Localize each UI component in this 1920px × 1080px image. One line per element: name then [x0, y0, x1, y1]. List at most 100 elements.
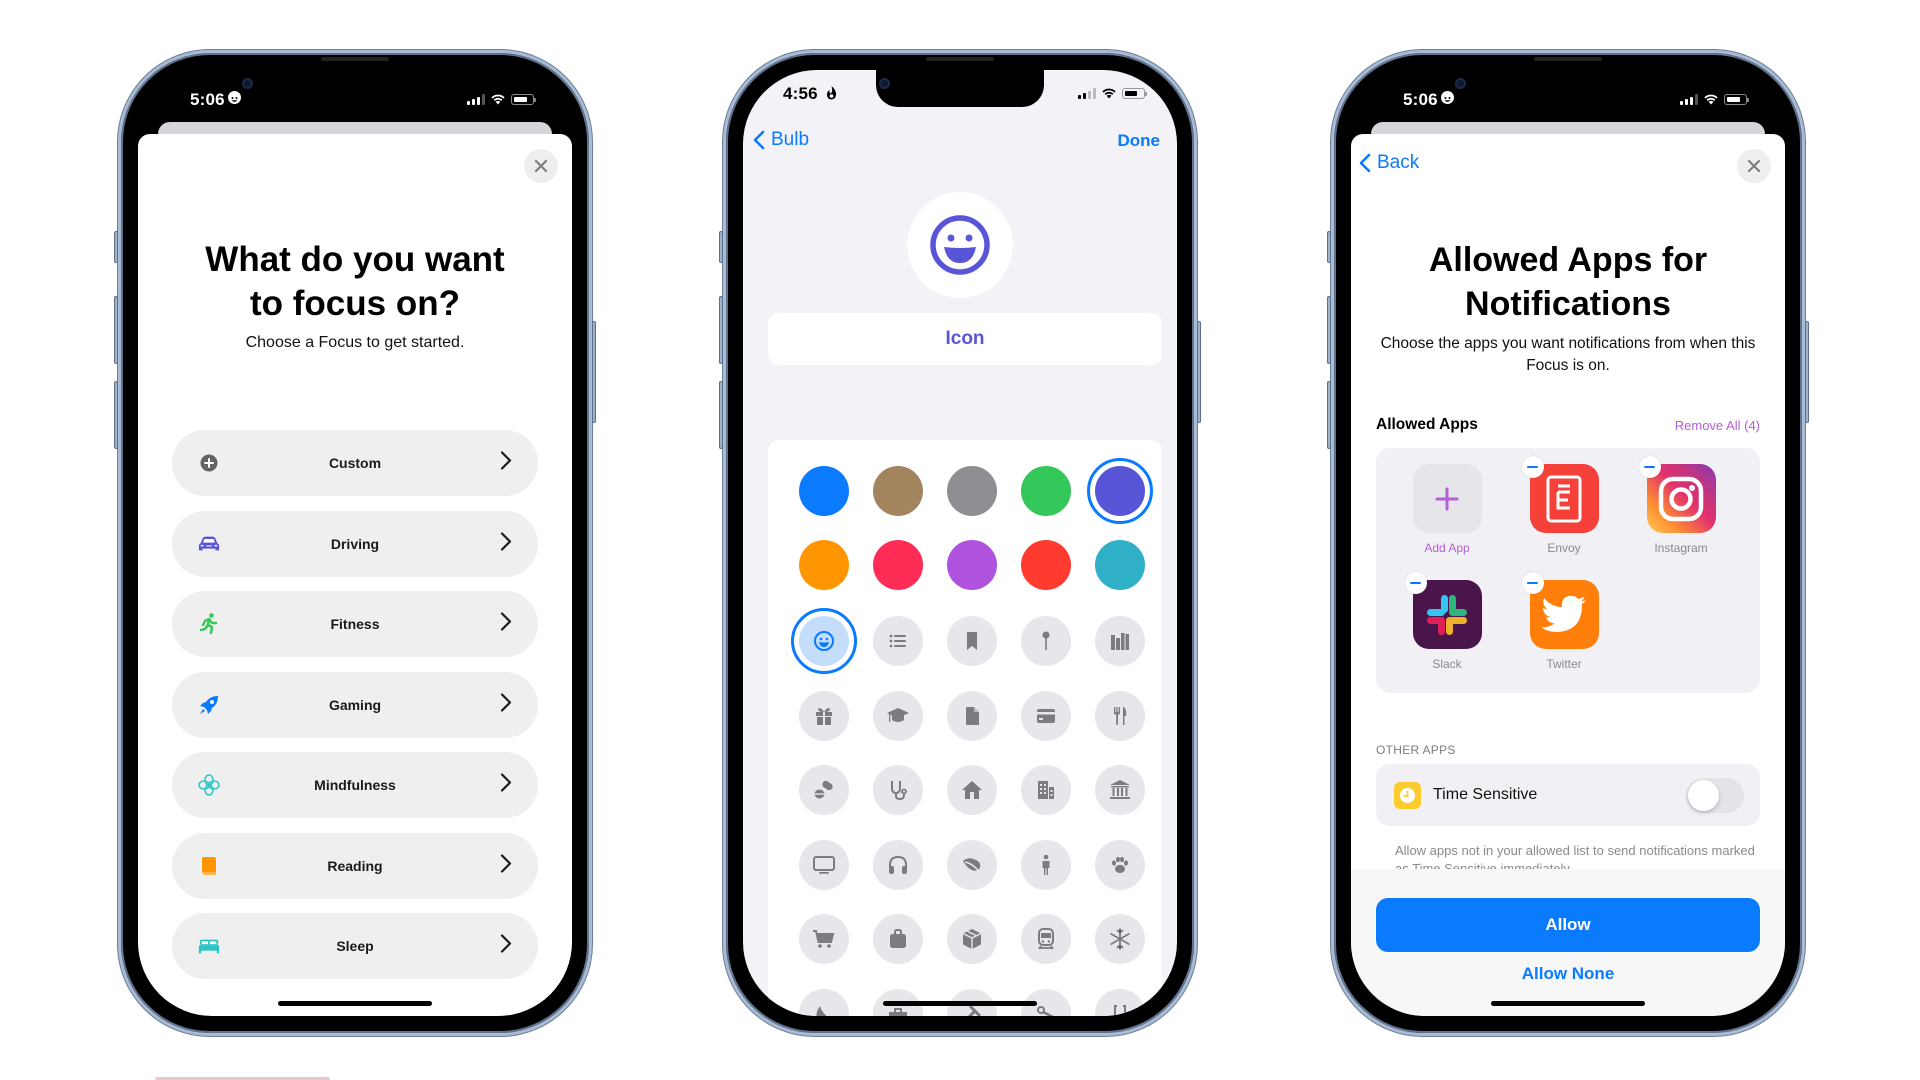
remove-twitter-button[interactable]: [1521, 572, 1544, 594]
bookmark-icon: [967, 632, 977, 650]
volume-up-button: [1327, 296, 1331, 364]
back-button[interactable]: Bulb: [753, 129, 809, 151]
front-camera: [1455, 78, 1466, 89]
symbol-option-gift[interactable]: [799, 690, 849, 741]
remove-slack-button[interactable]: [1404, 572, 1427, 594]
symbol-option-train[interactable]: [1021, 914, 1071, 964]
house-icon: [962, 781, 982, 799]
symbol-option-tv[interactable]: [799, 839, 849, 890]
remove-instagram-button[interactable]: [1638, 456, 1661, 478]
symbol-option-smiley[interactable]: [791, 608, 857, 674]
symbol-option-list[interactable]: [873, 616, 923, 666]
symbol-option-brackets[interactable]: [1095, 988, 1145, 1016]
color-swatch-green[interactable]: [1021, 466, 1071, 516]
add-app-tile[interactable]: Add App: [1402, 464, 1492, 555]
home-indicator[interactable]: [883, 1001, 1037, 1006]
car-icon: [198, 533, 220, 555]
color-swatch-red[interactable]: [1021, 540, 1071, 590]
symbol-option-stethoscope[interactable]: [873, 765, 923, 815]
focus-item-custom[interactable]: Custom: [172, 430, 538, 496]
home-indicator[interactable]: [278, 1001, 432, 1006]
symbol-option-leaf[interactable]: [947, 839, 997, 890]
symbol-option-building[interactable]: [1021, 765, 1071, 815]
headphones-icon: [889, 855, 907, 874]
focus-item-sleep[interactable]: Sleep: [172, 913, 538, 979]
app-tile-slack[interactable]: Slack: [1402, 572, 1492, 671]
color-swatch-teal[interactable]: [1095, 540, 1145, 590]
icon-name-field[interactable]: Icon: [768, 313, 1162, 365]
smiley-icon: [814, 631, 834, 651]
symbol-option-house[interactable]: [947, 765, 997, 815]
done-button[interactable]: Done: [1118, 131, 1161, 151]
back-button[interactable]: Back: [1359, 152, 1419, 174]
focus-item-fitness[interactable]: Fitness: [172, 591, 538, 657]
close-button[interactable]: [1737, 149, 1771, 183]
color-swatch-orange[interactable]: [799, 540, 849, 590]
phone-focus-chooser: 5:06 What do you want to focus on? Choos…: [114, 50, 596, 1036]
symbol-option-graduation-cap[interactable]: [873, 690, 923, 741]
color-swatch-purple[interactable]: [947, 540, 997, 590]
battery-icon: [1724, 93, 1749, 105]
signal-icon: [467, 93, 485, 105]
symbol-option-snowflake[interactable]: [1095, 914, 1145, 964]
symbol-option-cart[interactable]: [799, 914, 849, 964]
book-icon: [198, 855, 220, 877]
screen: 4:56 Bulb Done Icon: [743, 70, 1177, 1016]
symbol-option-fork-knife[interactable]: [1095, 690, 1145, 741]
bag-icon: [890, 929, 906, 948]
slack-app-icon: [1404, 572, 1482, 649]
focus-item-gaming[interactable]: Gaming: [172, 671, 538, 738]
wifi-icon: [1102, 88, 1116, 99]
page-title: Allowed Apps for Notifications: [1428, 241, 1708, 323]
color-swatch-gray[interactable]: [947, 466, 997, 516]
person-icon: [1042, 854, 1050, 875]
time-sensitive-label: Time Sensitive: [1433, 786, 1538, 803]
home-indicator[interactable]: [1491, 1001, 1645, 1006]
color-swatch-brown[interactable]: [873, 466, 923, 516]
add-app-button[interactable]: [1412, 464, 1482, 533]
running-figure-icon: [198, 613, 220, 635]
instagram-app-icon: [1638, 456, 1716, 533]
symbol-option-credit-card[interactable]: [1021, 690, 1071, 741]
signal-icon: [1680, 93, 1698, 105]
silent-switch: [719, 231, 723, 263]
close-button[interactable]: [524, 149, 558, 183]
plus-circle-icon: [198, 452, 220, 474]
status-time: 4:56: [783, 84, 837, 104]
pin-icon: [1042, 631, 1050, 650]
app-tile-instagram[interactable]: Instagram: [1636, 456, 1726, 555]
symbol-option-moon[interactable]: [799, 988, 849, 1016]
page-subtitle: Choose a Focus to get started.: [245, 334, 465, 351]
front-camera: [242, 78, 253, 89]
speaker-grille: [926, 57, 994, 61]
symbol-option-document[interactable]: [947, 690, 997, 741]
focus-item-reading[interactable]: Reading: [172, 832, 538, 899]
color-swatch-pink[interactable]: [873, 540, 923, 590]
symbol-option-headphones[interactable]: [873, 839, 923, 890]
remove-all-button[interactable]: Remove All (4): [1675, 418, 1760, 433]
allow-none-button[interactable]: Allow None: [1351, 964, 1785, 984]
focus-item-mindfulness[interactable]: Mindfulness: [172, 752, 538, 818]
focus-item-driving[interactable]: Driving: [172, 510, 538, 577]
allow-button[interactable]: Allow: [1376, 898, 1760, 952]
wifi-icon: [491, 94, 505, 105]
symbol-option-bank[interactable]: [1095, 765, 1145, 815]
symbol-option-bag[interactable]: [873, 914, 923, 964]
focus-list: Custom Driving Fitness Gaming Mindfulnes…: [172, 430, 538, 994]
time-sensitive-toggle[interactable]: [1686, 778, 1744, 813]
app-tile-envoy[interactable]: Envoy: [1519, 456, 1609, 555]
symbol-option-paw[interactable]: [1095, 839, 1145, 890]
symbol-option-box[interactable]: [947, 914, 997, 964]
cart-icon: [813, 930, 835, 948]
symbol-option-person[interactable]: [1021, 839, 1071, 890]
status-icons: [1078, 87, 1147, 99]
app-tile-twitter[interactable]: Twitter: [1519, 572, 1609, 671]
symbol-option-pin[interactable]: [1021, 616, 1071, 666]
symbol-option-pills[interactable]: [799, 765, 849, 815]
symbol-option-bookmark[interactable]: [947, 616, 997, 666]
remove-envoy-button[interactable]: [1521, 456, 1544, 478]
focus-smiley-icon: [227, 91, 241, 104]
color-swatch-blue[interactable]: [799, 466, 849, 516]
color-swatch-indigo[interactable]: [1087, 458, 1153, 524]
symbol-option-books[interactable]: [1095, 616, 1145, 666]
